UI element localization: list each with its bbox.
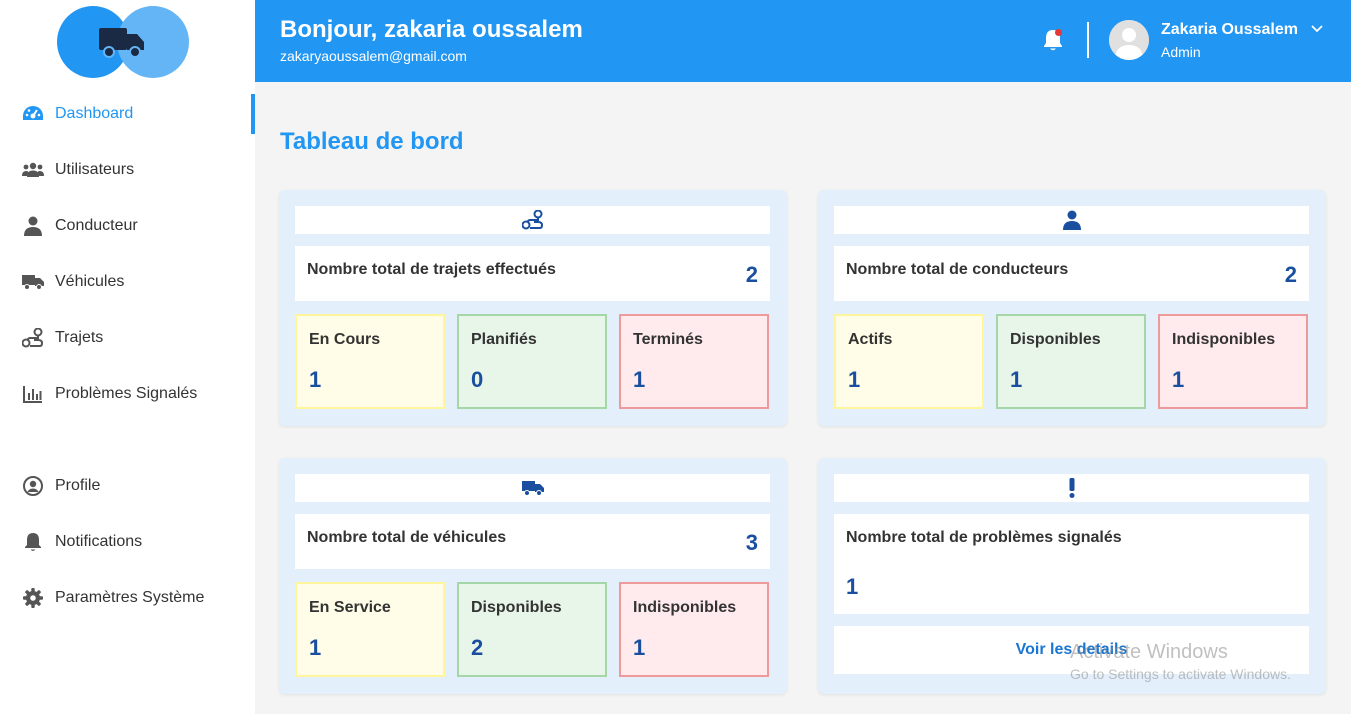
greeting: Bonjour, zakaria oussalem <box>280 16 583 43</box>
truck-logo-icon <box>99 28 144 58</box>
page-title: Tableau de bord <box>280 128 464 155</box>
users-icon <box>22 160 44 180</box>
total-label: Nombre total de véhicules <box>307 529 507 546</box>
stat-box-en-service: En Service 1 <box>295 582 445 677</box>
activation-watermark: Activate Windows Go to Settings to activ… <box>1070 641 1291 682</box>
total-label: Nombre total de conducteurs <box>846 261 1069 278</box>
active-indicator <box>251 94 255 134</box>
sidebar-item-label: Véhicules <box>55 273 125 290</box>
stat-value: 1 <box>1010 367 1023 392</box>
stat-value: 1 <box>309 635 322 660</box>
stat-value: 1 <box>633 635 646 660</box>
total-box: Nombre total de véhicules 3 <box>295 514 770 569</box>
total-label: Nombre total de trajets effectués <box>307 261 556 278</box>
bell-icon <box>22 532 44 552</box>
card-icon-header <box>295 206 770 234</box>
stat-label: Indisponibles <box>1172 331 1276 348</box>
stat-value: 1 <box>309 367 322 392</box>
stat-label: En Cours <box>309 331 381 348</box>
sidebar-item-dashboard[interactable]: Dashboard <box>0 94 255 134</box>
user-icon <box>22 216 44 236</box>
total-value: 1 <box>846 574 859 599</box>
sidebar-item-vehicules[interactable]: Véhicules <box>0 262 255 302</box>
trajets-card: Nombre total de trajets effectués 2 En C… <box>279 190 787 426</box>
sidebar-item-label: Paramètres Système <box>55 589 205 606</box>
sidebar-item-label: Problèmes Signalés <box>55 385 198 402</box>
stat-value: 1 <box>633 367 646 392</box>
total-label: Nombre total de problèmes signalés <box>846 529 1122 546</box>
stat-value: 1 <box>848 367 861 392</box>
stat-label: Disponibles <box>471 599 562 616</box>
stat-value: 2 <box>471 635 484 660</box>
stat-box-en-cours: En Cours 1 <box>295 314 445 409</box>
stat-box-actifs: Actifs 1 <box>834 314 984 409</box>
card-icon-header <box>834 206 1309 234</box>
stat-label: En Service <box>309 599 391 616</box>
truck-icon <box>22 272 44 292</box>
card-icon-header <box>295 474 770 502</box>
stat-box-indisponibles: Indisponibles 1 <box>1158 314 1308 409</box>
conducteurs-card: Nombre total de conducteurs 2 Actifs 1 D… <box>818 190 1326 426</box>
chart-icon <box>22 384 44 404</box>
total-box: Nombre total de conducteurs 2 <box>834 246 1309 301</box>
watermark-title: Activate Windows <box>1070 641 1228 663</box>
stat-label: Planifiés <box>471 331 537 348</box>
sidebar-item-label: Profile <box>55 477 101 494</box>
user-icon <box>1062 210 1081 230</box>
stat-box-termines: Terminés 1 <box>619 314 769 409</box>
stat-label: Disponibles <box>1010 331 1101 348</box>
sidebar-item-label: Utilisateurs <box>55 161 135 178</box>
vehicules-card: Nombre total de véhicules 3 En Service 1… <box>279 458 787 694</box>
sidebar-item-problemes[interactable]: Problèmes Signalés <box>0 374 255 414</box>
watermark-subtitle: Go to Settings to activate Windows. <box>1070 666 1291 682</box>
stat-label: Actifs <box>848 331 893 348</box>
stat-box-planifies: Planifiés 0 <box>457 314 607 409</box>
sidebar-item-label: Conducteur <box>55 217 138 234</box>
notification-dot <box>1055 29 1062 36</box>
sidebar-item-profile[interactable]: Profile <box>0 466 255 506</box>
user-role: Admin <box>1161 44 1201 60</box>
sidebar-item-label: Trajets <box>55 329 104 346</box>
chevron-down-icon[interactable] <box>1310 22 1324 36</box>
route-icon <box>22 328 44 348</box>
stat-value: 1 <box>1172 367 1185 392</box>
sidebar-item-label: Dashboard <box>55 105 134 122</box>
total-value: 2 <box>1284 262 1297 287</box>
sidebar-item-parametres[interactable]: Paramètres Système <box>0 578 255 618</box>
user-circle-icon <box>22 476 44 496</box>
gauge-icon <box>22 104 44 124</box>
notification-bell-icon[interactable] <box>1042 28 1064 52</box>
sidebar-item-trajets[interactable]: Trajets <box>0 318 255 358</box>
gear-icon <box>22 588 44 608</box>
route-icon <box>521 210 543 230</box>
avatar[interactable] <box>1109 20 1149 60</box>
total-box: Nombre total de problèmes signalés 1 <box>834 514 1309 614</box>
total-box: Nombre total de trajets effectués 2 <box>295 246 770 301</box>
card-icon-header <box>834 474 1309 502</box>
exclamation-icon <box>1069 478 1074 498</box>
sidebar-item-utilisateurs[interactable]: Utilisateurs <box>0 150 255 190</box>
stat-box-disponibles: Disponibles 2 <box>457 582 607 677</box>
sidebar-item-notifications[interactable]: Notifications <box>0 522 255 562</box>
stat-label: Indisponibles <box>633 599 737 616</box>
sidebar-item-label: Notifications <box>55 533 143 550</box>
stat-value: 0 <box>471 367 484 392</box>
top-header: Bonjour, zakaria oussalem zakaryaoussale… <box>255 0 1351 82</box>
sidebar-item-conducteur[interactable]: Conducteur <box>0 206 255 246</box>
sidebar: Dashboard Utilisateurs Conducteur Véhicu… <box>0 0 255 714</box>
stat-box-indisponibles: Indisponibles 1 <box>619 582 769 677</box>
total-value: 3 <box>745 530 758 555</box>
app-logo[interactable] <box>57 6 189 78</box>
header-divider <box>1087 22 1089 58</box>
stat-box-disponibles: Disponibles 1 <box>996 314 1146 409</box>
truck-icon <box>521 481 544 496</box>
stat-label: Terminés <box>633 331 703 348</box>
total-value: 2 <box>745 262 758 287</box>
user-email: zakaryaoussalem@gmail.com <box>280 48 467 64</box>
user-name[interactable]: Zakaria Oussalem <box>1161 21 1298 39</box>
